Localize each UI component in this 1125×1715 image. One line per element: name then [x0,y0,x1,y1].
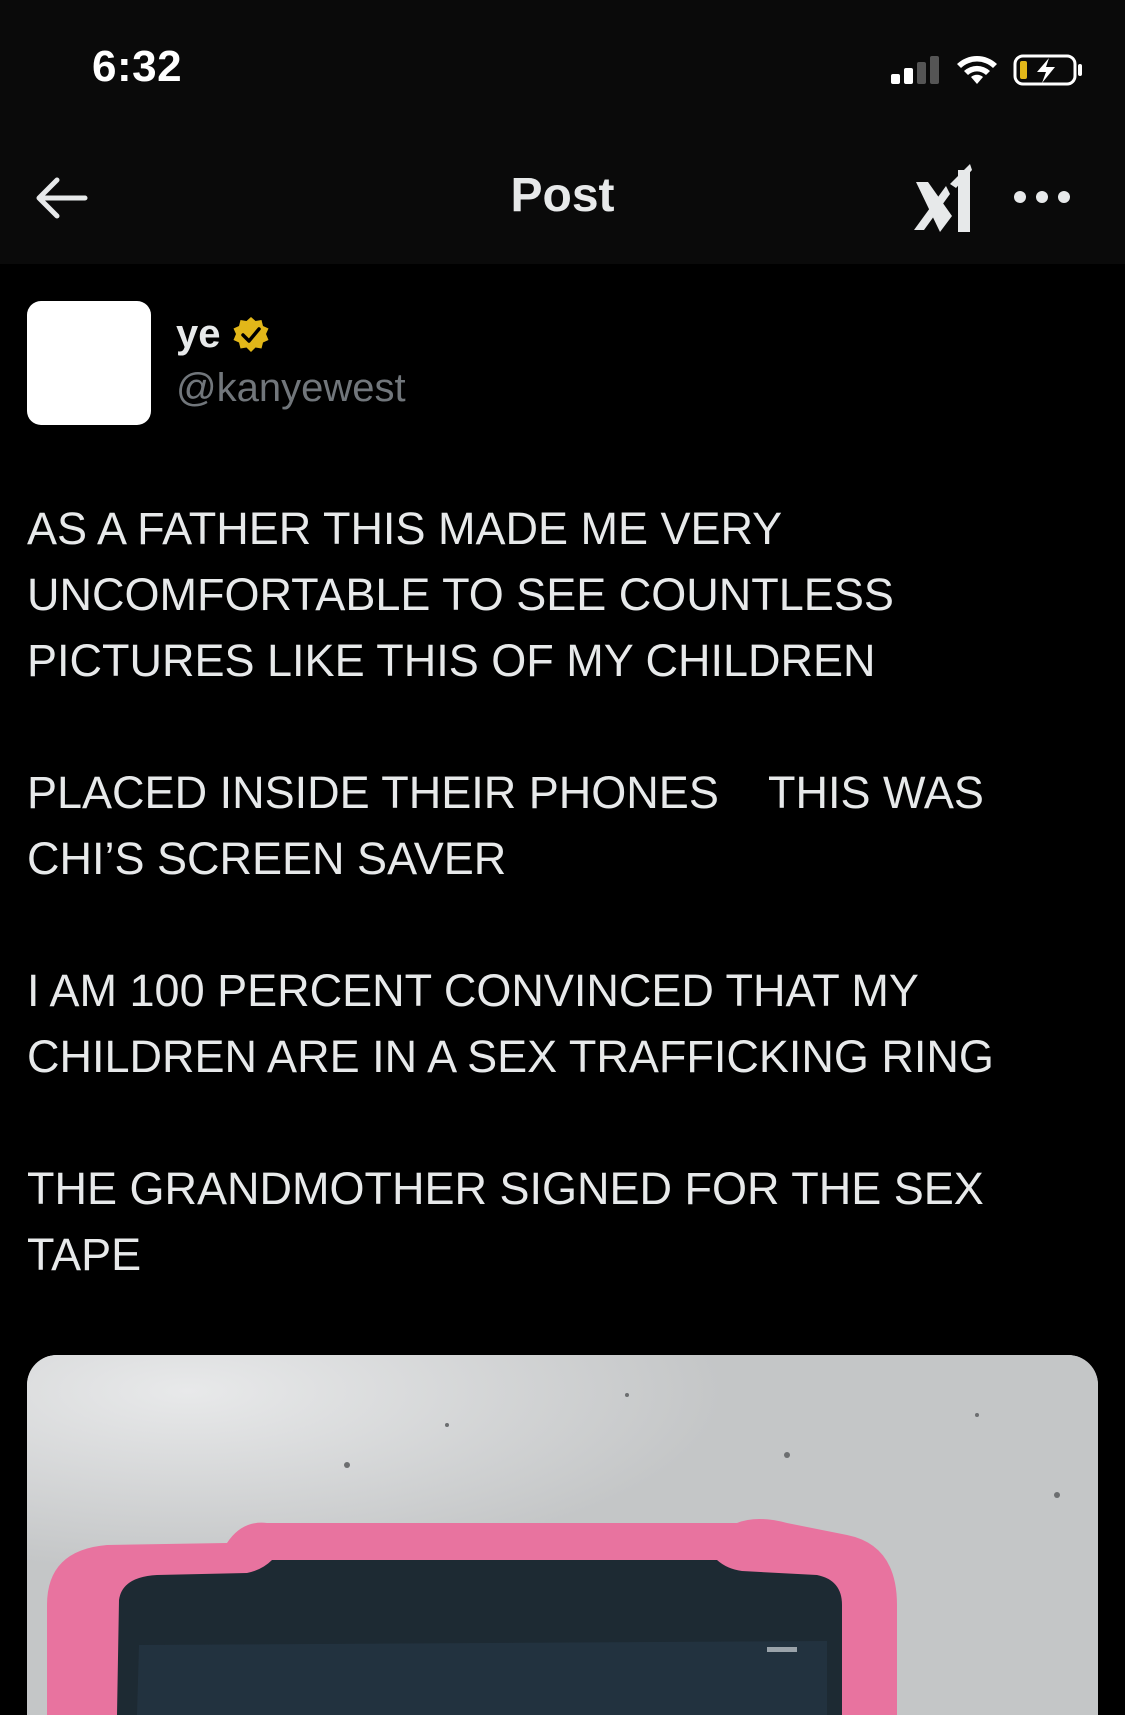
xai-logo-icon[interactable] [910,160,982,236]
post-paragraph: I AM 100 PERCENT CONVINCED THAT MY CHILD… [27,965,994,1082]
verified-badge-icon [233,316,268,352]
ellipsis-icon [1014,191,1070,203]
post-media-image[interactable] [27,1355,1098,1715]
status-time: 6:32 [92,42,183,91]
author-handle[interactable]: @kanyewest [176,366,406,411]
post-paragraph: AS A FATHER THIS MADE ME VERY UNCOMFORTA… [27,503,907,686]
display-name[interactable]: ye [176,312,221,357]
cellular-signal-icon [891,56,939,84]
tablet-photo [27,1355,1098,1715]
post-paragraph: PLACED INSIDE THEIR PHONES THIS WAS CHI’… [27,767,997,884]
post-paragraph: THE GRANDMOTHER SIGNED FOR THE SEX TAPE [27,1163,996,1280]
top-bar: 6:32 Post [0,0,1125,264]
post-text: AS A FATHER THIS MADE ME VERY UNCOMFORTA… [27,496,1087,1354]
author-name-row[interactable]: ye [176,312,271,357]
battery-charging-icon [1013,54,1082,86]
status-icons [891,50,1085,90]
wifi-icon [957,56,997,84]
more-options-button[interactable] [1010,182,1074,212]
avatar[interactable] [27,301,151,425]
